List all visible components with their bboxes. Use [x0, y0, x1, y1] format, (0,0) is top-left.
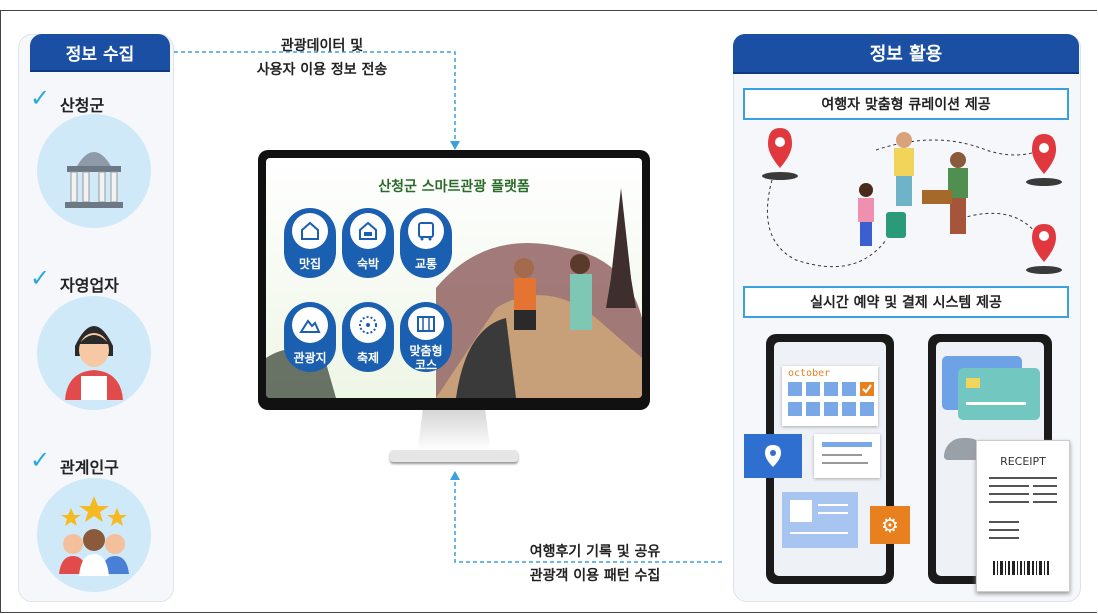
monitor-base	[390, 450, 518, 462]
receipt: RECEIPT	[976, 440, 1070, 592]
category-restaurant[interactable]: 맛집	[284, 208, 336, 278]
bottom-arrow-label: 여행후기 기록 및 공유 관광객 이용 패턴 수집	[495, 540, 695, 588]
reservation-box: 실시간 예약 및 결제 시스템 제공	[743, 286, 1069, 318]
category-label: 맛집	[298, 257, 322, 271]
bottom-arrow-line2: 관광객 이용 패턴 수집	[529, 568, 661, 584]
category-label: 관광지	[293, 351, 327, 365]
settings-gear-icon: ⚙	[870, 506, 910, 544]
calendar-card: october	[782, 366, 878, 426]
category-transport[interactable]: 교통	[400, 208, 452, 278]
credit-card-icon	[958, 368, 1040, 420]
category-label: 축제	[356, 351, 380, 365]
pin-icon	[1026, 134, 1062, 186]
location-pin-icon	[765, 445, 781, 467]
category-accommodation[interactable]: 숙박	[342, 208, 394, 278]
mountain-icon	[292, 307, 328, 343]
traveler-illustration	[762, 128, 1062, 274]
info-utilization-header: 정보 활용	[733, 34, 1079, 72]
category-tourist-spot[interactable]: 관광지	[284, 302, 336, 372]
category-label: 교통	[414, 257, 438, 271]
category-festival[interactable]: 축제	[342, 302, 394, 372]
location-pin-card	[744, 434, 802, 478]
curation-box: 여행자 맞춤형 큐레이션 제공	[743, 88, 1069, 120]
pin-icon	[1026, 224, 1062, 274]
top-arrow-label: 관광데이터 및 사용자 이용 정보 전송	[232, 34, 412, 82]
map-icon	[408, 307, 444, 340]
restaurant-icon	[292, 213, 328, 249]
top-arrow-line2: 사용자 이용 정보 전송	[256, 62, 388, 78]
category-label: 숙박	[356, 257, 380, 271]
platform-screen: 산청군 스마트관광 플랫폼 맛집 숙박 교통 관광지 축제 맞춤형 코스	[266, 158, 642, 398]
info-card	[814, 434, 880, 478]
pin-icon	[762, 128, 798, 180]
bus-icon	[408, 213, 444, 249]
category-custom-course[interactable]: 맞춤형 코스	[400, 302, 452, 372]
category-label: 맞춤형 코스	[409, 344, 443, 372]
platform-title: 산청군 스마트관광 플랫폼	[378, 179, 530, 195]
bottom-arrow-line1: 여행후기 기록 및 공유	[529, 544, 661, 560]
bed-icon	[350, 213, 386, 249]
document-card	[782, 492, 858, 548]
top-arrow-line1: 관광데이터 및	[280, 38, 364, 54]
monitor: 산청군 스마트관광 플랫폼 맛집 숙박 교통 관광지 축제 맞춤형 코스	[258, 150, 650, 410]
firework-icon	[350, 307, 386, 343]
